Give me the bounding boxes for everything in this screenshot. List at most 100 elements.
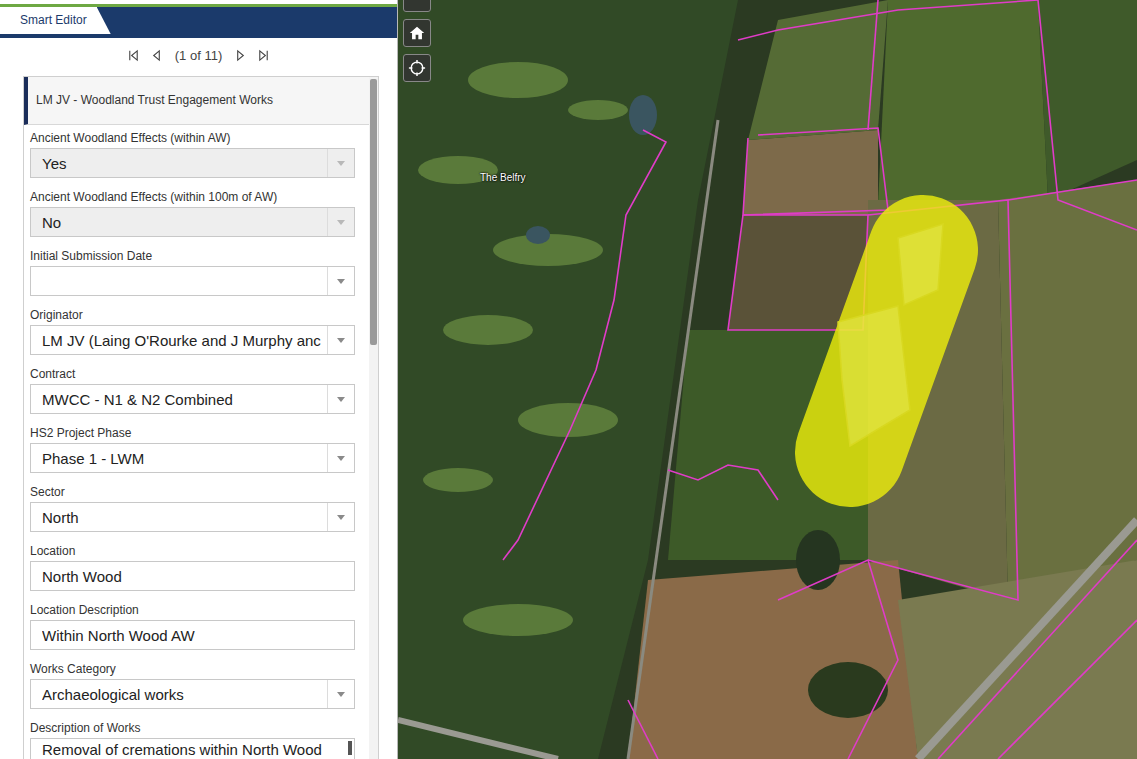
select-field: Yes — [30, 148, 355, 178]
boundary-line[interactable] — [1038, 0, 1137, 230]
field-label: Contract — [30, 366, 355, 382]
locate-icon — [408, 59, 426, 77]
select-field[interactable]: Phase 1 - LWM — [30, 443, 355, 473]
select-field: No — [30, 207, 355, 237]
boundary-line[interactable] — [628, 700, 658, 759]
field-label: Ancient Woodland Effects (within 100m of… — [30, 189, 355, 205]
resize-handle[interactable] — [348, 741, 352, 755]
panel-tab[interactable]: Smart Editor — [0, 7, 97, 34]
lake — [629, 95, 657, 135]
field-label: HS2 Project Phase — [30, 425, 355, 441]
lake — [526, 226, 550, 244]
select-field[interactable]: Archaeological works — [30, 679, 355, 709]
form-field: HS2 Project Phase Phase 1 - LWM — [24, 420, 369, 479]
pager-status: (1 of 11) — [173, 48, 224, 63]
field-label: Location — [30, 543, 355, 559]
field-label: Description of Works — [30, 720, 355, 736]
woodland — [808, 662, 888, 718]
form-field: Location Description Within North Wood A… — [24, 597, 369, 656]
field-label: Location Description — [30, 602, 355, 618]
text-field[interactable]: Within North Wood AW — [30, 620, 355, 650]
select-field[interactable] — [30, 266, 355, 296]
boundary-line[interactable] — [738, 0, 1038, 40]
header-bar — [97, 7, 397, 34]
dropdown-arrow-icon[interactable] — [327, 267, 354, 295]
field-parcel — [1038, 0, 1137, 200]
dropdown-arrow-icon[interactable] — [327, 208, 354, 236]
select-field[interactable]: North — [30, 502, 355, 532]
field-value: LM JV (Laing O'Rourke and J Murphy anc — [42, 332, 327, 349]
dropdown-arrow-icon[interactable] — [327, 149, 354, 177]
record-title: LM JV - Woodland Trust Engagement Works — [24, 77, 369, 125]
previous-record-icon[interactable] — [150, 49, 163, 62]
satellite-map[interactable] — [398, 0, 1137, 759]
first-record-icon[interactable] — [127, 49, 140, 62]
fairway — [518, 403, 618, 437]
field-parcel — [878, 0, 1048, 205]
form-field: Originator LM JV (Laing O'Rourke and J M… — [24, 302, 369, 361]
boundary-line[interactable] — [1008, 180, 1137, 200]
attribute-form: LM JV - Woodland Trust Engagement Works … — [24, 77, 369, 759]
field-value: Within North Wood AW — [42, 627, 354, 644]
last-record-icon[interactable] — [257, 49, 270, 62]
boundary-line[interactable] — [778, 560, 898, 759]
home-icon — [408, 24, 426, 42]
form-field: Contract MWCC - N1 & N2 Combined — [24, 361, 369, 420]
field-parcel — [628, 560, 918, 759]
scrollbar-thumb[interactable] — [370, 79, 377, 345]
field-value: No — [42, 214, 327, 231]
dropdown-arrow-icon[interactable] — [327, 326, 354, 354]
boundary-line[interactable] — [668, 465, 778, 500]
form-field: Works Category Archaeological works — [24, 656, 369, 715]
field-value: MWCC - N1 & N2 Combined — [42, 391, 327, 408]
next-record-icon[interactable] — [234, 49, 247, 62]
form-field: Ancient Woodland Effects (within AW) Yes — [24, 125, 369, 184]
field-value: Removal of cremations within North Wood — [42, 741, 354, 758]
fairway — [443, 315, 533, 345]
locate-button[interactable] — [403, 54, 431, 82]
zoom-button[interactable] — [403, 0, 431, 12]
map-ground — [398, 0, 1137, 759]
textarea-field[interactable]: Removal of cremations within North Wood — [30, 738, 355, 759]
panel-header: Smart Editor — [0, 7, 397, 38]
smart-editor-panel: Smart Editor (1 of 11) LM JV - Woodland … — [0, 0, 398, 759]
boundary-line[interactable] — [503, 130, 666, 560]
dropdown-arrow-icon[interactable] — [327, 444, 354, 472]
boundary-line[interactable] — [938, 540, 1137, 759]
fairway — [568, 100, 628, 120]
road — [398, 720, 558, 759]
dropdown-arrow-icon[interactable] — [327, 680, 354, 708]
field-label: Works Category — [30, 661, 355, 677]
field-value: Yes — [42, 155, 327, 172]
select-field[interactable]: LM JV (Laing O'Rourke and J Murphy anc — [30, 325, 355, 355]
map-controls — [403, 0, 431, 82]
field-label: Initial Submission Date — [30, 248, 355, 264]
form-container: LM JV - Woodland Trust Engagement Works … — [23, 76, 379, 759]
field-label: Ancient Woodland Effects (within AW) — [30, 130, 355, 146]
boundary-line[interactable] — [998, 620, 1137, 759]
selected-parcel[interactable] — [838, 306, 910, 446]
screen: Smart Editor (1 of 11) LM JV - Woodland … — [0, 0, 1137, 759]
field-value: Phase 1 - LWM — [42, 450, 327, 467]
dropdown-arrow-icon[interactable] — [327, 503, 354, 531]
home-button[interactable] — [403, 19, 431, 47]
field-parcel — [743, 130, 878, 215]
text-field[interactable]: North Wood — [30, 561, 355, 591]
select-field[interactable]: MWCC - N1 & N2 Combined — [30, 384, 355, 414]
form-field: Sector North — [24, 479, 369, 538]
map-label: The Belfry — [480, 172, 526, 183]
field-parcel — [748, 0, 888, 140]
scrollbar[interactable] — [369, 77, 378, 759]
form-field: Description of Works Removal of crematio… — [24, 715, 369, 759]
field-value: Archaeological works — [42, 686, 327, 703]
boundary-line[interactable] — [743, 128, 888, 215]
motorway — [918, 520, 1137, 759]
map[interactable]: The Belfry — [398, 0, 1137, 759]
field-label: Sector — [30, 484, 355, 500]
form-field: Location North Wood — [24, 538, 369, 597]
boundary-line[interactable] — [868, 0, 878, 130]
selected-parcel[interactable] — [898, 224, 943, 305]
fairway — [463, 604, 573, 636]
form-field: Ancient Woodland Effects (within 100m of… — [24, 184, 369, 243]
dropdown-arrow-icon[interactable] — [327, 385, 354, 413]
